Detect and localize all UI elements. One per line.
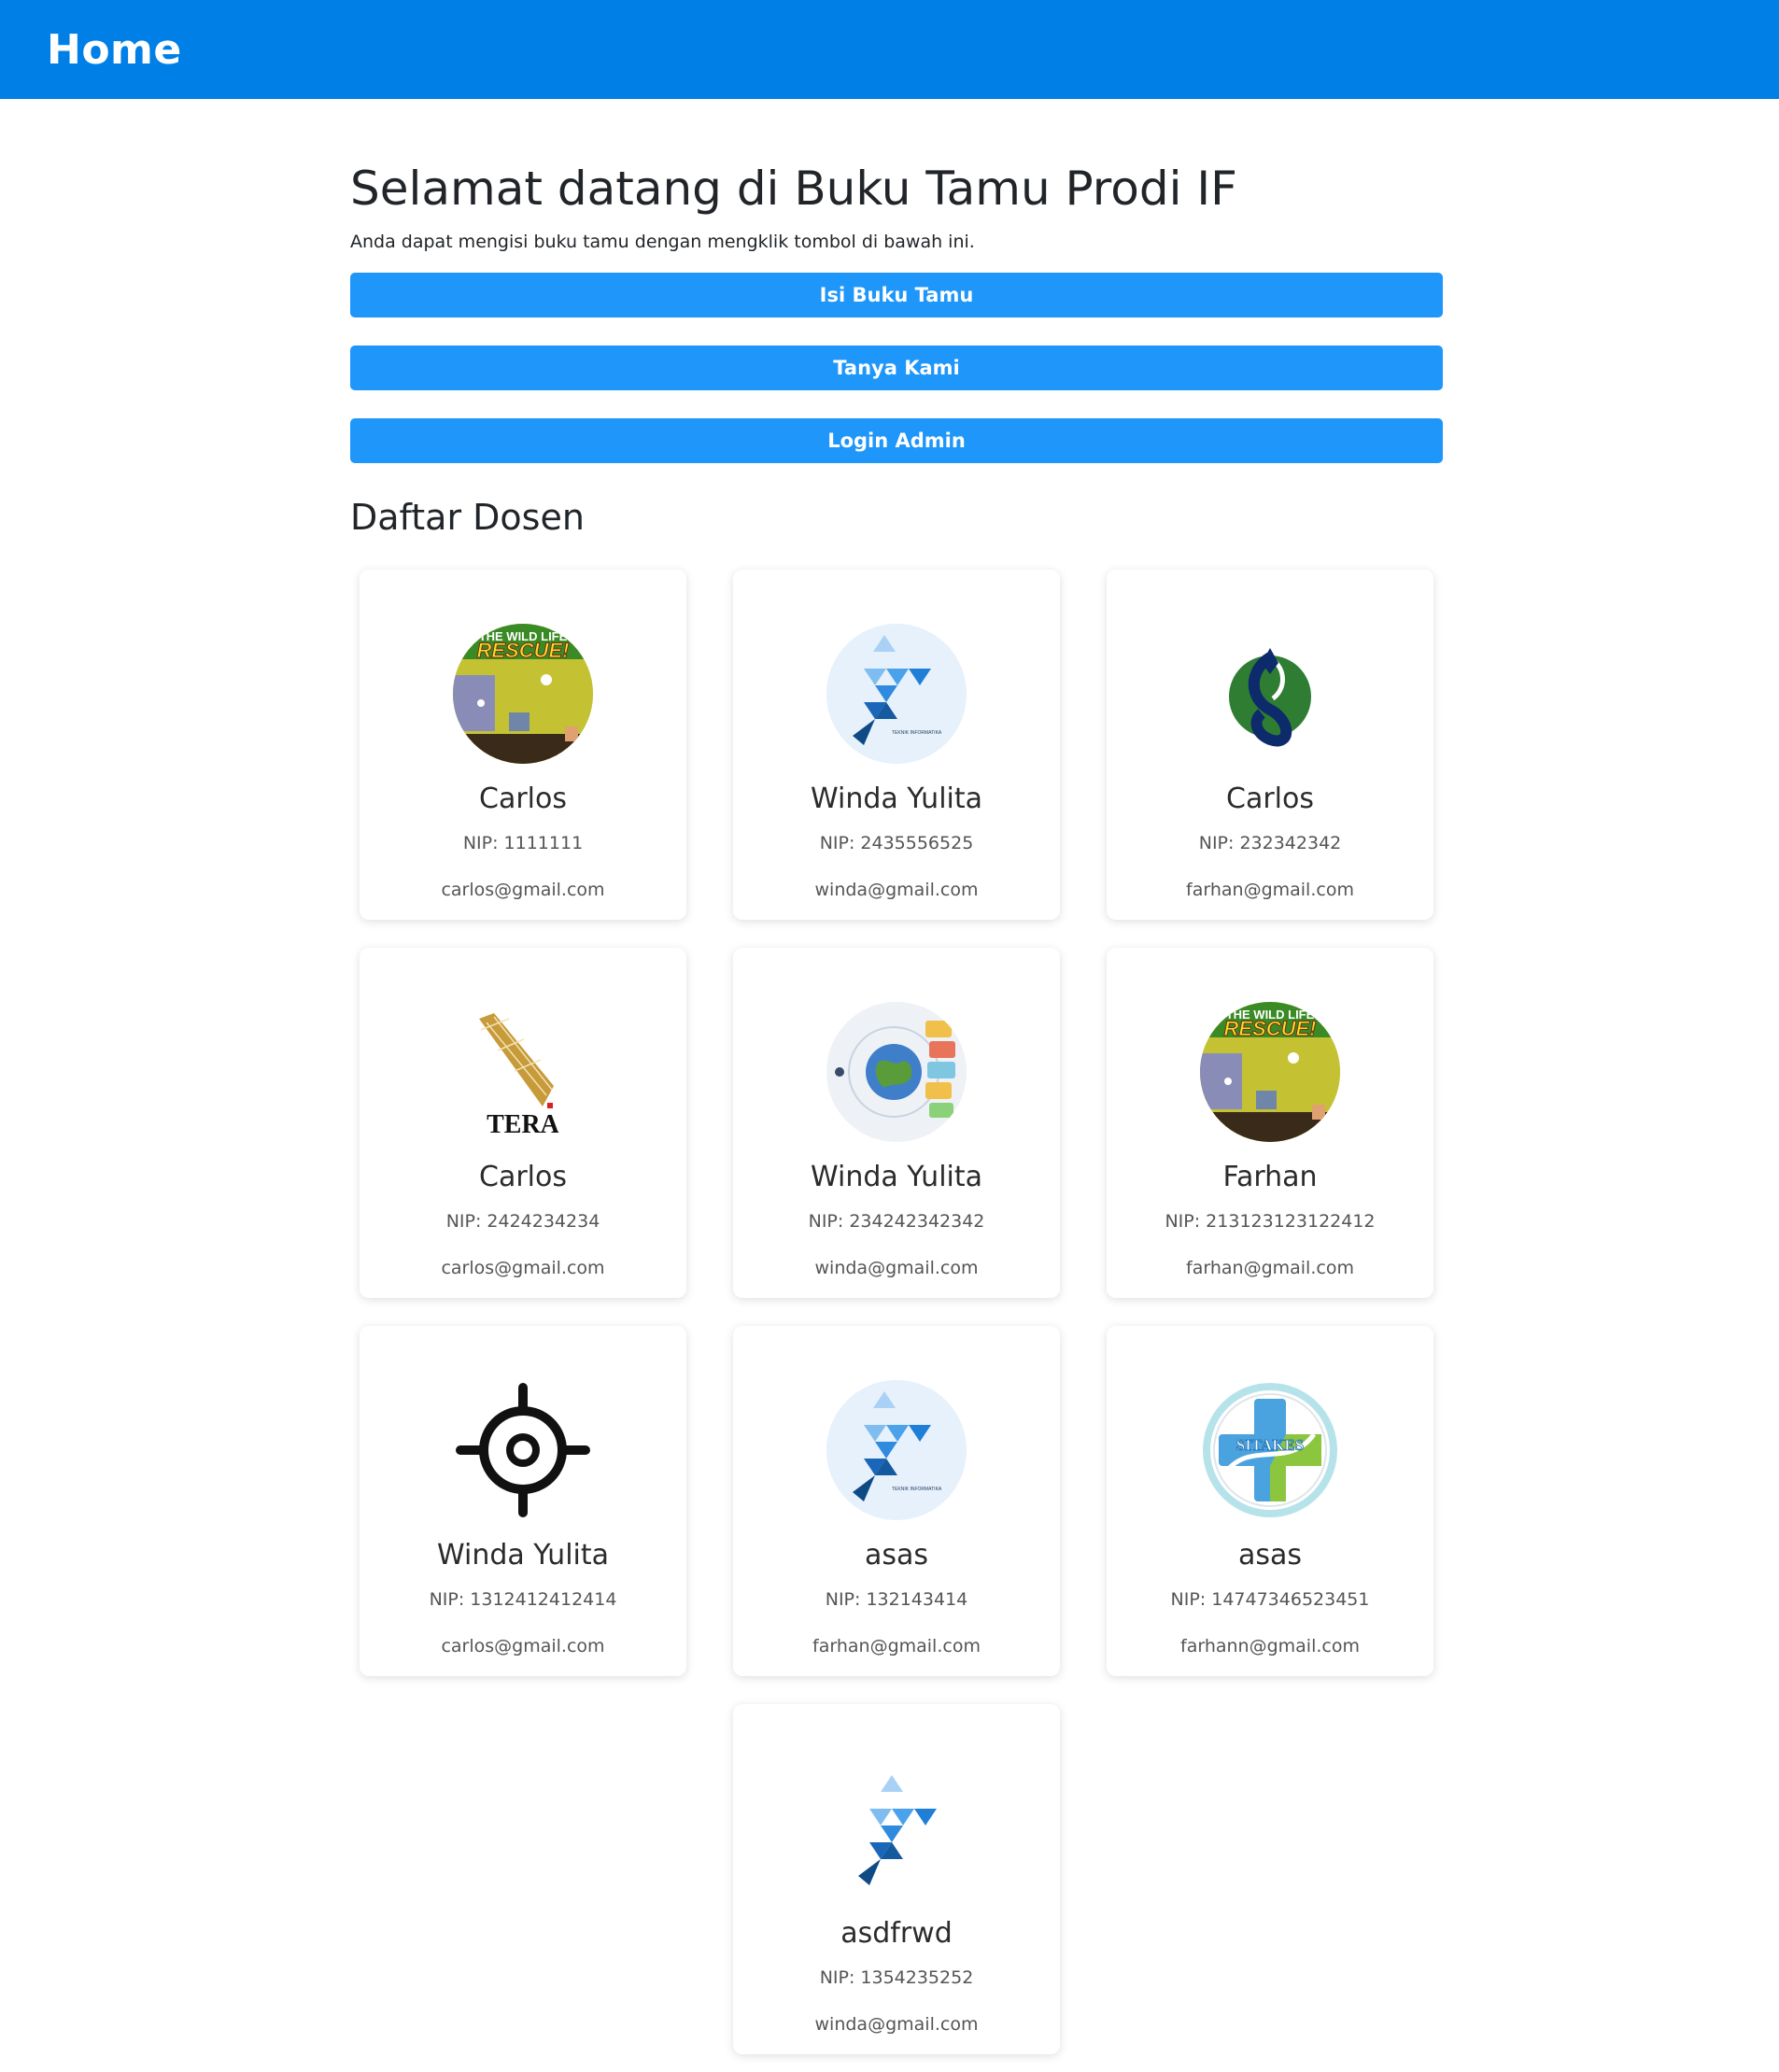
lecturer-card[interactable]: Carlos NIP: 232342342 farhan@gmail.com <box>1107 570 1433 920</box>
ask-us-button[interactable]: Tanya Kami <box>350 345 1443 390</box>
lecturer-nip: NIP: 132143414 <box>825 1589 968 1610</box>
lecturer-name: Farhan <box>1222 1161 1318 1193</box>
navbar-title[interactable]: Home <box>47 26 182 74</box>
f-logo-avatar <box>826 1758 967 1898</box>
lecturer-card[interactable]: THE WILD LIFE RESCUE! Carlos NIP: 111111… <box>360 570 686 920</box>
lecturer-nip: NIP: 234242342342 <box>808 1211 985 1232</box>
lecturer-name: Winda Yulita <box>810 782 983 815</box>
admin-login-button[interactable]: Login Admin <box>350 418 1443 463</box>
svg-text:RESCUE!: RESCUE! <box>1223 1017 1316 1040</box>
main-container: Selamat datang di Buku Tamu Prodi IF And… <box>350 99 1443 2064</box>
lecturer-nip: NIP: 2435556525 <box>819 833 974 853</box>
swirl-logo-avatar <box>1200 624 1340 764</box>
lecturer-name: asas <box>1237 1539 1303 1572</box>
wildlife-rescue-avatar: THE WILD LIFE RESCUE! <box>1200 1002 1340 1142</box>
lecturer-nip: NIP: 2424234234 <box>445 1211 600 1232</box>
lecturer-nip: NIP: 1111111 <box>462 833 584 853</box>
svg-text:TERA: TERA <box>487 1110 560 1139</box>
teknik-informatika-logo-avatar: TEKNIK INFORMATIKA <box>826 624 967 764</box>
lecturer-card[interactable]: SITAKES asas NIP: 14747346523451 farhann… <box>1107 1326 1433 1676</box>
svg-text:TEKNIK INFORMATIKA: TEKNIK INFORMATIKA <box>892 1487 942 1492</box>
crosshair-icon <box>453 1380 593 1520</box>
teknik-informatika-logo-avatar: TEKNIK INFORMATIKA <box>826 1380 967 1520</box>
lecturer-card[interactable]: Winda Yulita NIP: 1312412412414 carlos@g… <box>360 1326 686 1676</box>
lecturer-email: winda@gmail.com <box>814 2014 979 2035</box>
lecturer-card[interactable]: TEKNIK INFORMATIKA Winda Yulita NIP: 243… <box>733 570 1060 920</box>
lecturer-email: farhan@gmail.com <box>1186 880 1354 900</box>
lecturer-email: carlos@gmail.com <box>441 880 605 900</box>
lecturer-name: Carlos <box>1226 782 1314 815</box>
svg-text:RESCUE!: RESCUE! <box>476 639 569 662</box>
lecturer-name: asas <box>864 1539 929 1572</box>
lecturer-email: winda@gmail.com <box>814 1258 979 1278</box>
lecturer-email: farhann@gmail.com <box>1180 1636 1360 1656</box>
lecturer-name: Winda Yulita <box>810 1161 983 1193</box>
sumatera-map-avatar: TERA <box>453 1002 593 1142</box>
lecturer-name: Winda Yulita <box>436 1539 610 1572</box>
globe-avatar <box>826 1002 967 1142</box>
wildlife-rescue-avatar: THE WILD LIFE RESCUE! <box>453 624 593 764</box>
lecturer-name: Carlos <box>479 782 567 815</box>
lecturer-name: asdfrwd <box>840 1917 953 1950</box>
page-title: Selamat datang di Buku Tamu Prodi IF <box>350 162 1237 216</box>
lecturer-card[interactable]: asdfrwd NIP: 1354235252 winda@gmail.com <box>733 1704 1060 2054</box>
svg-text:SITAKES: SITAKES <box>1236 1436 1304 1454</box>
lecturer-card[interactable]: TEKNIK INFORMATIKA asas NIP: 132143414 f… <box>733 1326 1060 1676</box>
lecturer-nip: NIP: 213123123122412 <box>1165 1211 1376 1232</box>
lecturer-name: Carlos <box>479 1161 567 1193</box>
sitakes-logo-avatar: SITAKES <box>1200 1380 1340 1520</box>
lecturer-nip: NIP: 1312412412414 <box>429 1589 617 1610</box>
lecturer-nip: NIP: 232342342 <box>1198 833 1342 853</box>
lecturer-email: winda@gmail.com <box>814 880 979 900</box>
lecturer-card[interactable]: TERA Carlos NIP: 2424234234 carlos@gmail… <box>360 948 686 1298</box>
lecturer-email: farhan@gmail.com <box>812 1636 981 1656</box>
page-subtitle: Anda dapat mengisi buku tamu dengan meng… <box>350 232 975 252</box>
top-navbar: Home <box>0 0 1779 99</box>
lecturer-email: farhan@gmail.com <box>1186 1258 1354 1278</box>
guestbook-button[interactable]: Isi Buku Tamu <box>350 273 1443 317</box>
svg-text:TEKNIK INFORMATIKA: TEKNIK INFORMATIKA <box>892 730 942 736</box>
lecturer-card[interactable]: Winda Yulita NIP: 234242342342 winda@gma… <box>733 948 1060 1298</box>
lecturer-email: carlos@gmail.com <box>441 1258 605 1278</box>
lecturer-grid: THE WILD LIFE RESCUE! Carlos NIP: 111111… <box>350 570 1443 2064</box>
lecturer-card[interactable]: THE WILD LIFE RESCUE! Farhan NIP: 213123… <box>1107 948 1433 1298</box>
lecturer-nip: NIP: 14747346523451 <box>1170 1589 1370 1610</box>
lecturer-section-title: Daftar Dosen <box>350 497 585 538</box>
lecturer-email: carlos@gmail.com <box>441 1636 605 1656</box>
lecturer-nip: NIP: 1354235252 <box>819 1967 974 1988</box>
